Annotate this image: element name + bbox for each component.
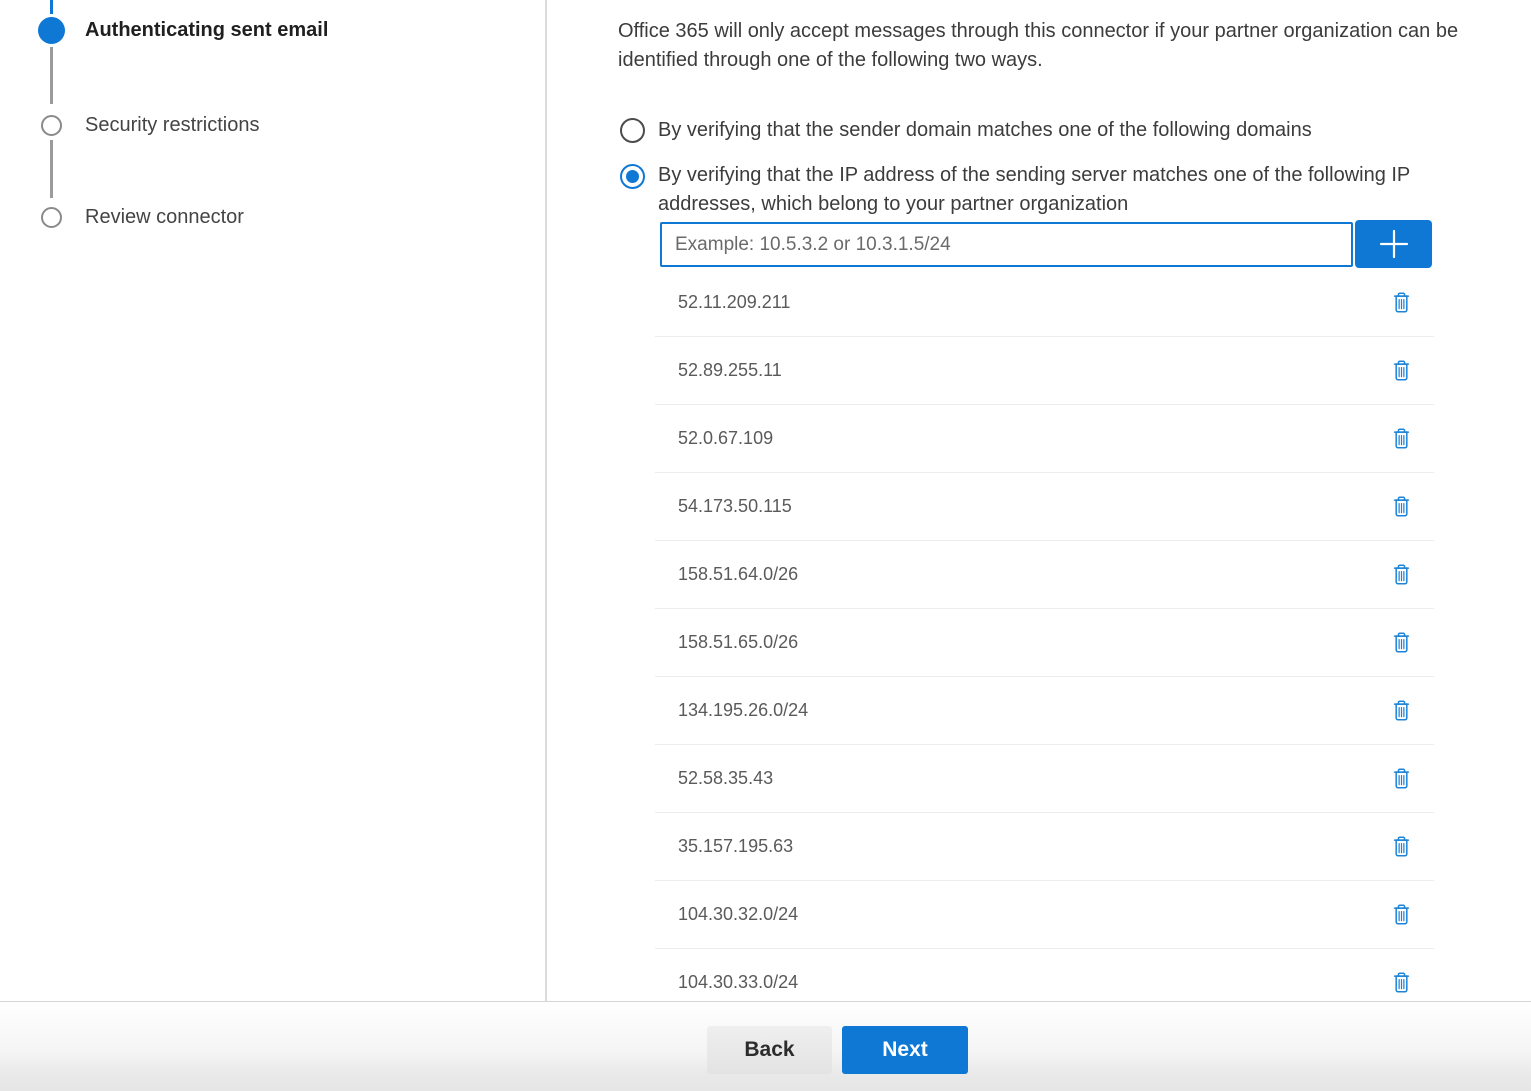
ip-row: 158.51.65.0/26 (655, 608, 1434, 676)
trash-icon (1392, 767, 1411, 790)
radio-option-label: By verifying that the IP address of the … (658, 161, 1498, 219)
delete-ip-button[interactable] (1388, 560, 1414, 590)
plus-icon (1378, 228, 1410, 260)
ip-row: 104.30.32.0/24 (655, 880, 1434, 948)
trash-icon (1392, 427, 1411, 450)
back-button[interactable]: Back (707, 1026, 832, 1074)
step-label: Authenticating sent email (85, 19, 328, 42)
radio-option-ip-address[interactable]: By verifying that the IP address of the … (620, 164, 1498, 219)
step-active-dot (37, 16, 65, 44)
wizard-stepper: Authenticating sent email Security restr… (0, 0, 545, 1001)
ip-address: 54.173.50.115 (678, 496, 1388, 517)
delete-ip-button[interactable] (1388, 424, 1414, 454)
ip-address: 158.51.64.0/26 (678, 564, 1388, 585)
add-ip-button[interactable] (1355, 220, 1432, 268)
new-connector-wizard: Authenticating sent email Security restr… (0, 0, 1531, 1091)
trash-icon (1392, 563, 1411, 586)
trash-icon (1392, 359, 1411, 382)
radio-option-label: By verifying that the sender domain matc… (658, 117, 1312, 143)
delete-ip-button[interactable] (1388, 287, 1414, 317)
ip-address: 158.51.65.0/26 (678, 632, 1388, 653)
ip-row: 52.0.67.109 (655, 404, 1434, 472)
main-content: Office 365 will only accept messages thr… (548, 0, 1531, 1001)
panel-divider (545, 0, 547, 1001)
ip-address-input[interactable] (660, 222, 1353, 267)
step-label: Review connector (85, 206, 244, 229)
ip-address: 134.195.26.0/24 (678, 700, 1388, 721)
delete-ip-button[interactable] (1388, 764, 1414, 794)
ip-row: 158.51.64.0/26 (655, 540, 1434, 608)
ip-address: 104.30.32.0/24 (678, 904, 1388, 925)
delete-ip-button[interactable] (1388, 968, 1414, 998)
ip-address: 104.30.33.0/24 (678, 972, 1388, 993)
step-circle-icon (37, 203, 65, 231)
ip-row: 134.195.26.0/24 (655, 676, 1434, 744)
intro-text: Office 365 will only accept messages thr… (618, 17, 1531, 75)
delete-ip-button[interactable] (1388, 696, 1414, 726)
delete-ip-button[interactable] (1388, 832, 1414, 862)
next-button[interactable]: Next (842, 1026, 968, 1074)
radio-selected-icon[interactable] (620, 164, 645, 189)
step-circle-icon (37, 111, 65, 139)
ip-address-list: 52.11.209.211 52.89.255.11 (655, 268, 1434, 1001)
ip-row: 52.58.35.43 (655, 744, 1434, 812)
trash-icon (1392, 835, 1411, 858)
trash-icon (1392, 903, 1411, 926)
step-review-connector[interactable]: Review connector (37, 203, 244, 231)
delete-ip-button[interactable] (1388, 356, 1414, 386)
ip-address: 52.58.35.43 (678, 768, 1388, 789)
step-connector-line (50, 140, 53, 198)
trash-icon (1392, 971, 1411, 994)
radio-option-sender-domain[interactable]: By verifying that the sender domain matc… (620, 117, 1312, 143)
trash-icon (1392, 495, 1411, 518)
ip-address: 52.89.255.11 (678, 360, 1388, 381)
ip-address: 52.0.67.109 (678, 428, 1388, 449)
ip-address: 35.157.195.63 (678, 836, 1388, 857)
ip-address: 52.11.209.211 (678, 292, 1388, 313)
ip-row: 104.30.33.0/24 (655, 948, 1434, 1001)
delete-ip-button[interactable] (1388, 900, 1414, 930)
wizard-footer: Back Next (0, 1001, 1531, 1091)
step-connector-line (50, 0, 53, 14)
step-label: Security restrictions (85, 114, 260, 137)
trash-icon (1392, 291, 1411, 314)
delete-ip-button[interactable] (1388, 628, 1414, 658)
ip-row: 54.173.50.115 (655, 472, 1434, 540)
ip-row: 52.11.209.211 (655, 268, 1434, 336)
step-security-restrictions[interactable]: Security restrictions (37, 111, 260, 139)
ip-row: 35.157.195.63 (655, 812, 1434, 880)
step-connector-line (50, 47, 53, 104)
step-authenticating-sent-email[interactable]: Authenticating sent email (37, 16, 328, 44)
delete-ip-button[interactable] (1388, 492, 1414, 522)
trash-icon (1392, 631, 1411, 654)
radio-unselected-icon[interactable] (620, 118, 645, 143)
trash-icon (1392, 699, 1411, 722)
ip-row: 52.89.255.11 (655, 336, 1434, 404)
